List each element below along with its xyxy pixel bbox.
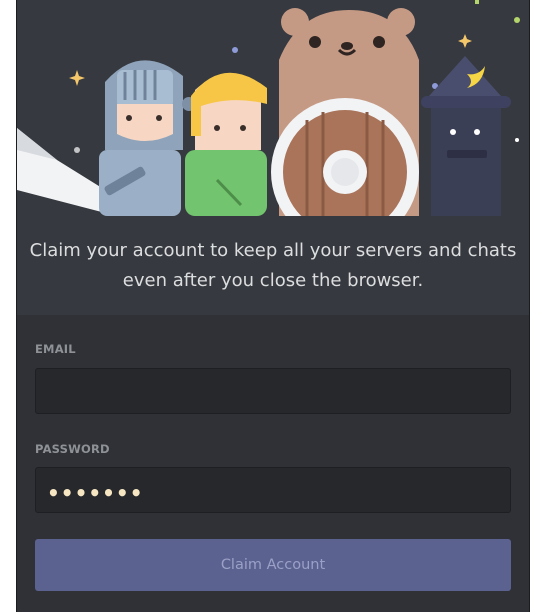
claim-account-modal: Claim your account to keep all your serv…: [16, 0, 530, 612]
hero-illustration: [17, 0, 520, 216]
hero-banner: Claim your account to keep all your serv…: [17, 0, 529, 315]
email-field[interactable]: [35, 368, 511, 414]
email-label: EMAIL: [35, 342, 76, 356]
claim-form: EMAIL PASSWORD ••••••• Claim Account: [17, 315, 529, 612]
password-label: PASSWORD: [35, 442, 110, 456]
password-value: •••••••: [47, 481, 144, 505]
claim-description: Claim your account to keep all your serv…: [29, 240, 517, 291]
claim-account-button[interactable]: Claim Account: [35, 539, 511, 591]
